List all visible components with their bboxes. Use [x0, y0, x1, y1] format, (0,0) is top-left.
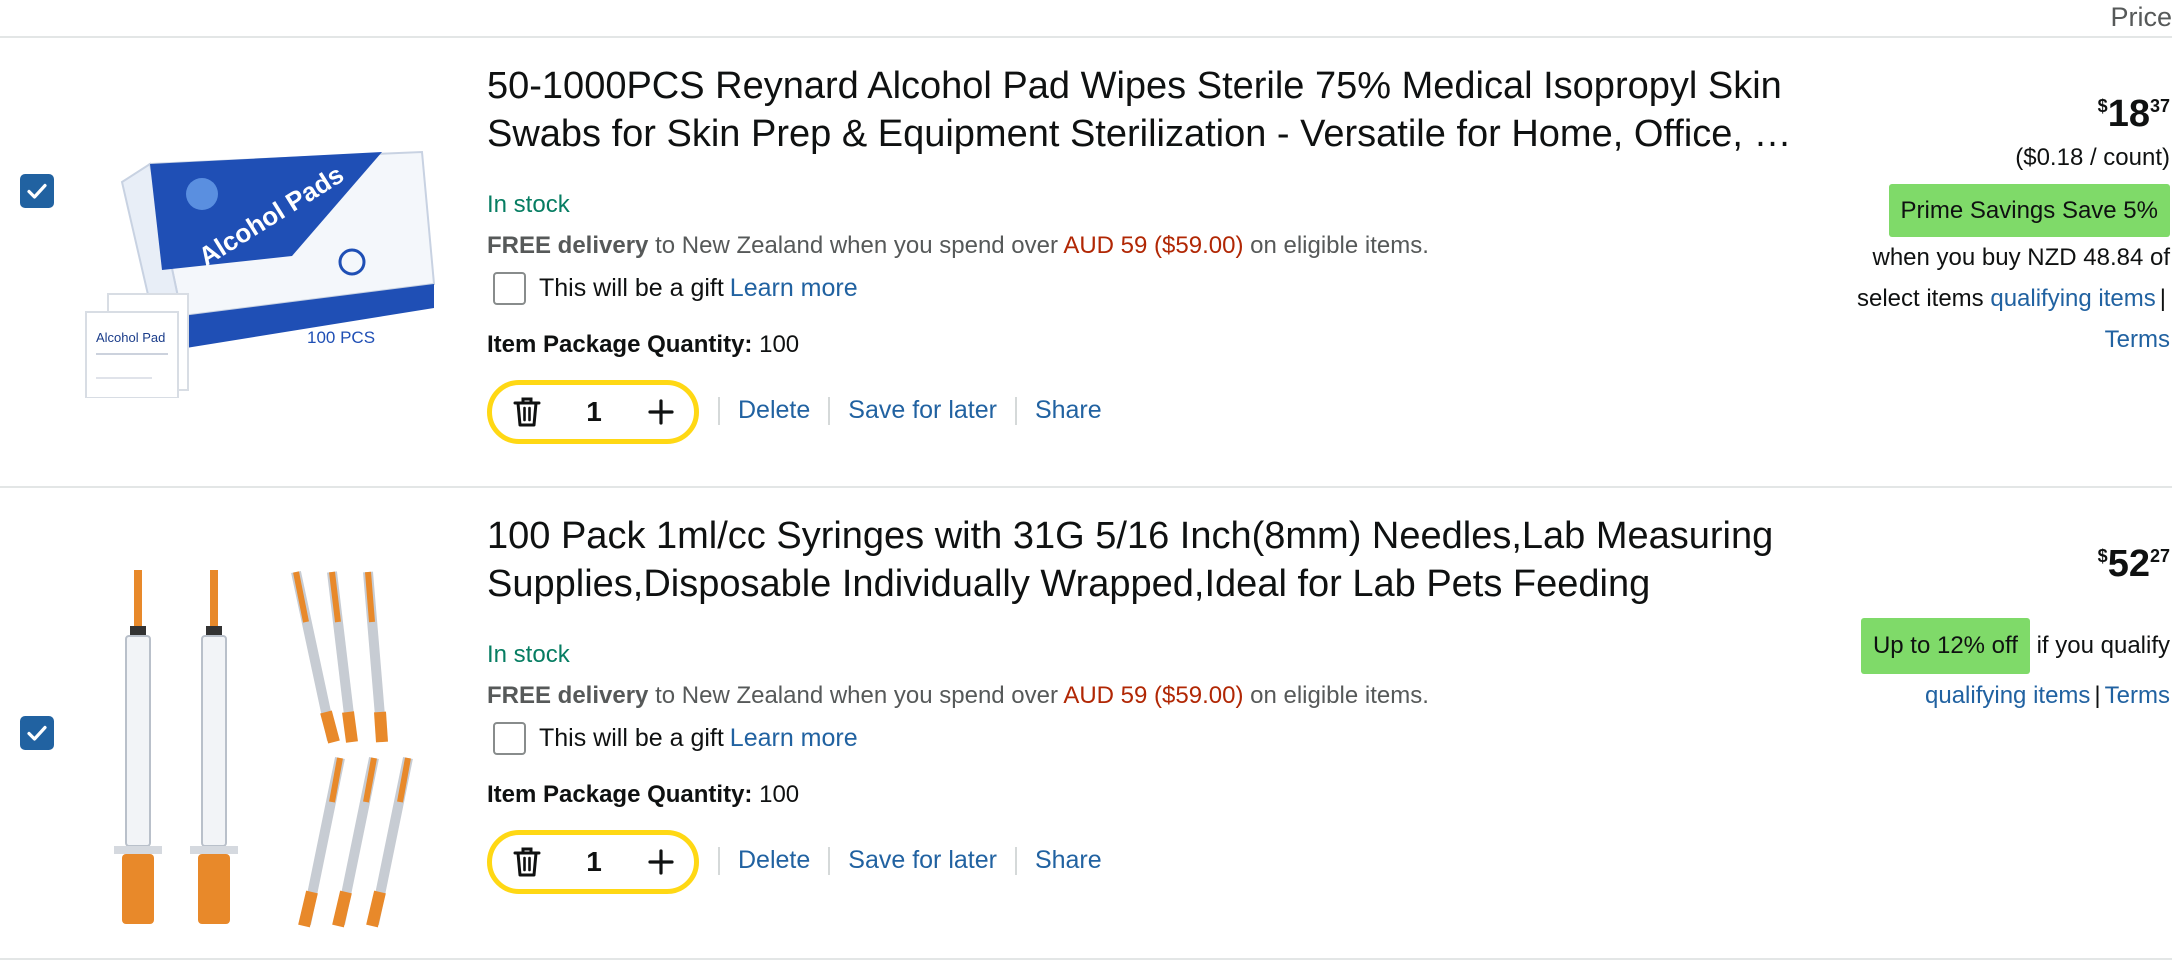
- quantity-stepper: 1: [487, 380, 699, 444]
- share-link[interactable]: Share: [1035, 396, 1102, 425]
- pad-label: Alcohol Pad: [96, 330, 165, 345]
- product-image-alcohol-pads[interactable]: Alcohol Pads 100 PCS Alcohol Pad: [82, 138, 458, 398]
- product-title[interactable]: 100 Pack 1ml/cc Syringes with 31G 5/16 I…: [487, 512, 1807, 608]
- gift-label[interactable]: This will be a gift: [539, 274, 724, 303]
- price-column-header: Price: [0, 0, 2172, 38]
- box-count-label: 100 PCS: [307, 328, 375, 347]
- qualifying-items-link[interactable]: qualifying items: [1925, 682, 2090, 709]
- item-actions: Delete Save for later Share: [718, 846, 1102, 875]
- divider: [1014, 846, 1017, 875]
- delete-link[interactable]: Delete: [738, 396, 810, 425]
- terms-link[interactable]: Terms: [2105, 682, 2170, 709]
- learn-more-link[interactable]: Learn more: [730, 724, 858, 753]
- save-for-later-link[interactable]: Save for later: [848, 396, 997, 425]
- product-image-syringes[interactable]: [82, 562, 458, 932]
- item-price: $5227: [2098, 544, 2170, 584]
- delivery-end: on eligible items.: [1243, 232, 1429, 259]
- gift-label[interactable]: This will be a gift: [539, 724, 724, 753]
- gift-option: This will be a gift Learn more: [493, 272, 858, 305]
- gift-option: This will be a gift Learn more: [493, 722, 858, 755]
- select-item-checkbox[interactable]: [20, 174, 54, 208]
- promo-badge: Prime Savings Save 5%: [1888, 184, 2170, 237]
- promotion: Up to 12% off if you qualify qualifying …: [1860, 618, 2170, 718]
- delivery-end: on eligible items.: [1243, 682, 1429, 709]
- unit-price: ($0.18 / count): [2015, 144, 2170, 171]
- item-price: $1837: [2098, 94, 2170, 134]
- pipe-divider: |: [2159, 285, 2166, 312]
- product-title-line-1[interactable]: 50-1000PCS Reynard Alcohol Pad Wipes Ste…: [487, 62, 1807, 110]
- trash-icon[interactable]: [512, 846, 542, 878]
- save-for-later-link[interactable]: Save for later: [848, 846, 997, 875]
- product-title-line-1[interactable]: 100 Pack 1ml/cc Syringes with 31G 5/16 I…: [487, 512, 1807, 560]
- price-currency: $: [2097, 546, 2108, 566]
- gift-checkbox[interactable]: [493, 722, 526, 755]
- syringe-small-group: [291, 570, 413, 928]
- promotion: Prime Savings Save 5% when you buy NZD 4…: [1857, 184, 2170, 360]
- divider: [828, 846, 831, 875]
- item-actions: Delete Save for later Share: [718, 396, 1102, 425]
- product-title-line-2[interactable]: Supplies,Disposable Individually Wrapped…: [487, 560, 1807, 608]
- cart-item: 100 Pack 1ml/cc Syringes with 31G 5/16 I…: [0, 490, 2172, 960]
- delivery-mid: to New Zealand when you spend over: [648, 682, 1064, 709]
- product-title[interactable]: 50-1000PCS Reynard Alcohol Pad Wipes Ste…: [487, 62, 1807, 158]
- divider: [1014, 396, 1017, 425]
- checkmark-icon: [27, 183, 47, 199]
- promo-line-2: select items qualifying items |: [1857, 278, 2170, 319]
- syringe-large-1: [114, 570, 162, 924]
- trash-icon[interactable]: [512, 396, 542, 428]
- quantity-stepper: 1: [487, 830, 699, 894]
- price-cents: 37: [2149, 96, 2170, 116]
- package-quantity: Item Package Quantity: 100: [487, 781, 799, 809]
- package-quantity-value: 100: [752, 781, 800, 808]
- price-dollars: 52: [2107, 543, 2150, 585]
- syringe-large-2: [190, 570, 238, 924]
- promo-select-items: select items: [1856, 285, 1984, 312]
- divider: [718, 846, 720, 875]
- delivery-mid: to New Zealand when you spend over: [648, 232, 1064, 259]
- share-link[interactable]: Share: [1035, 846, 1102, 875]
- quantity-value: 1: [586, 846, 602, 877]
- package-quantity-label: Item Package Quantity:: [487, 331, 753, 358]
- delivery-threshold: AUD 59 ($59.00): [1063, 232, 1244, 259]
- package-quantity: Item Package Quantity: 100: [487, 331, 799, 359]
- divider: [718, 396, 720, 425]
- delivery-bold: FREE delivery: [487, 682, 649, 709]
- delivery-info: FREE delivery to New Zealand when you sp…: [487, 682, 1429, 710]
- package-quantity-value: 100: [752, 331, 800, 358]
- gift-checkbox[interactable]: [493, 272, 526, 305]
- stock-status: In stock: [487, 641, 570, 668]
- delivery-threshold: AUD 59 ($59.00): [1063, 682, 1244, 709]
- select-item-checkbox[interactable]: [20, 716, 54, 750]
- delivery-bold: FREE delivery: [487, 232, 649, 259]
- pipe-divider: |: [2094, 682, 2101, 709]
- quantity-value: 1: [586, 396, 602, 427]
- delivery-info: FREE delivery to New Zealand when you sp…: [487, 232, 1429, 260]
- product-title-line-2[interactable]: Swabs for Skin Prep & Equipment Steriliz…: [487, 110, 1807, 158]
- promo-badge: Up to 12% off: [1860, 618, 2030, 674]
- stock-status: In stock: [487, 191, 570, 218]
- checkmark-icon: [27, 725, 47, 741]
- price-header-label: Price: [2110, 2, 2172, 32]
- promo-qualify-text: if you qualify: [2036, 632, 2170, 659]
- cart-item: Alcohol Pads 100 PCS Alcohol Pad 50-1000…: [0, 40, 2172, 488]
- learn-more-link[interactable]: Learn more: [730, 274, 858, 303]
- plus-icon[interactable]: [646, 846, 676, 878]
- package-quantity-label: Item Package Quantity:: [487, 781, 753, 808]
- terms-link[interactable]: Terms: [2105, 326, 2170, 353]
- price-dollars: 18: [2107, 93, 2150, 135]
- divider: [828, 396, 831, 425]
- plus-icon[interactable]: [646, 396, 676, 428]
- promo-line-1: when you buy NZD 48.84 of: [1872, 244, 2170, 271]
- price-cents: 27: [2149, 546, 2170, 566]
- qualifying-items-link[interactable]: qualifying items: [1990, 285, 2155, 312]
- delete-link[interactable]: Delete: [738, 846, 810, 875]
- price-currency: $: [2097, 96, 2108, 116]
